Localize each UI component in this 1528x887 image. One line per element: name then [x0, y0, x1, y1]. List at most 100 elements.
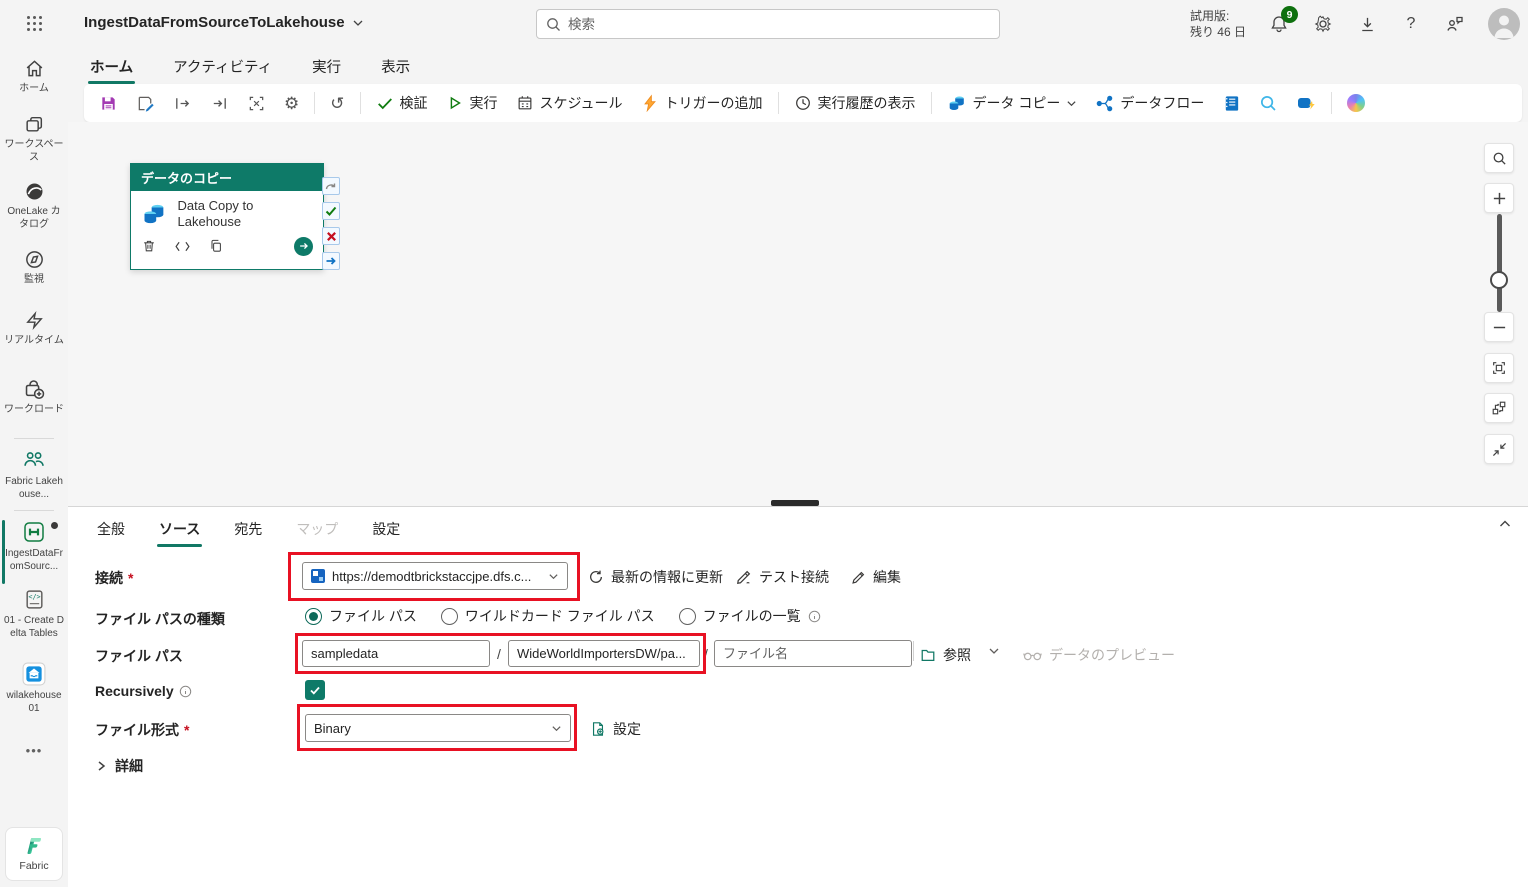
- collapse-canvas-button[interactable]: [1484, 434, 1514, 464]
- view-code-icon[interactable]: [174, 239, 191, 254]
- recursively-checkbox[interactable]: [305, 680, 325, 700]
- tab-activities[interactable]: アクティビティ: [171, 52, 274, 81]
- settings-button[interactable]: [1312, 13, 1334, 35]
- invoke-pipeline-button[interactable]: [1289, 88, 1323, 118]
- refresh-connection-button[interactable]: 最新の情報に更新: [588, 567, 723, 587]
- check-icon: [325, 206, 337, 216]
- pipeline-icon: [24, 522, 44, 542]
- auto-layout-button[interactable]: [1484, 393, 1514, 423]
- collapse-panel-button[interactable]: [1498, 517, 1512, 531]
- undo-button[interactable]: ↺: [323, 88, 351, 118]
- clone-activity-icon[interactable]: [208, 238, 224, 254]
- pipeline-canvas[interactable]: データのコピー Data Copy to Lakehouse: [68, 122, 1528, 506]
- account-avatar[interactable]: [1488, 8, 1520, 40]
- notifications-button[interactable]: 9: [1268, 6, 1298, 35]
- advanced-expander[interactable]: 詳細: [95, 756, 143, 776]
- properties-panel: 全般 ソース 宛先 マップ 設定 接続 * https://demodtbrick…: [68, 506, 1528, 887]
- copy-data-button[interactable]: データ コピー: [940, 88, 1085, 118]
- browse-options-chevron[interactable]: [988, 645, 1000, 657]
- home-icon: [26, 60, 42, 77]
- run-button[interactable]: 実行: [439, 88, 505, 118]
- tab-general[interactable]: 全般: [95, 513, 127, 545]
- radio-icon: [440, 607, 458, 625]
- filename-input[interactable]: [714, 640, 912, 667]
- sidebar-item-label: ワークスペース: [4, 139, 64, 163]
- add-trigger-button[interactable]: トリガーの追加: [634, 88, 770, 118]
- sidebar-item-home[interactable]: ホーム: [0, 58, 68, 96]
- radio-file-path[interactable]: ファイル パス: [305, 606, 417, 626]
- zoom-in-button[interactable]: [1484, 183, 1514, 213]
- canvas-search-button[interactable]: [1484, 143, 1514, 173]
- tab-source[interactable]: ソース: [157, 513, 203, 547]
- copilot-icon: [1347, 94, 1366, 112]
- zoom-to-fit-button[interactable]: [1484, 353, 1514, 383]
- radio-file-list[interactable]: ファイルの一覧: [678, 606, 821, 626]
- browse-search-button[interactable]: [1252, 88, 1285, 118]
- tab-view[interactable]: 表示: [379, 52, 412, 81]
- help-button[interactable]: ?: [1400, 13, 1422, 35]
- plus-icon: [1493, 192, 1505, 204]
- search-input[interactable]: [568, 16, 990, 32]
- refresh-icon: [590, 570, 602, 583]
- tab-settings[interactable]: 設定: [370, 513, 402, 545]
- tab-destination[interactable]: 宛先: [232, 513, 264, 545]
- sidebar-item-onelake-catalog[interactable]: OneLake カタログ: [0, 181, 68, 231]
- sidebar-item-notebook[interactable]: </> 01 - Create Delta Tables: [0, 588, 68, 640]
- pipeline-title[interactable]: IngestDataFromSourceToLakehouse: [84, 14, 364, 31]
- port-skipped[interactable]: [322, 177, 340, 195]
- sidebar-item-workspace-fabric-lakehouse[interactable]: Fabric Lakehouse...: [0, 448, 68, 501]
- notification-badge: 9: [1281, 6, 1298, 23]
- output-port-button[interactable]: [203, 88, 236, 118]
- directory-input[interactable]: [508, 640, 700, 667]
- activity-go-button[interactable]: [294, 236, 313, 256]
- selected-indicator: [2, 520, 5, 584]
- global-search[interactable]: [536, 9, 1000, 39]
- delete-activity-icon[interactable]: [141, 238, 157, 254]
- schedule-button[interactable]: スケジュール: [509, 88, 630, 118]
- edit-connection-button[interactable]: 編集: [851, 567, 901, 587]
- download-button[interactable]: [1356, 13, 1378, 35]
- toolbar-divider: [359, 92, 361, 114]
- tab-run[interactable]: 実行: [310, 52, 343, 81]
- save-button[interactable]: [92, 88, 125, 118]
- onelake-icon: [26, 183, 42, 200]
- sidebar-item-workloads[interactable]: ワークロード: [0, 378, 68, 417]
- zoom-slider-track[interactable]: [1497, 214, 1502, 312]
- dataflow-button[interactable]: データフロー: [1088, 88, 1211, 118]
- copilot-button[interactable]: [1340, 88, 1372, 118]
- format-settings-button[interactable]: 設定: [590, 719, 641, 739]
- notebook-button[interactable]: [1215, 88, 1248, 118]
- feedback-button[interactable]: [1444, 13, 1466, 35]
- file-format-dropdown[interactable]: Binary: [305, 714, 571, 742]
- port-fail[interactable]: [322, 227, 340, 245]
- sidebar-item-realtime[interactable]: リアルタイム: [0, 310, 68, 348]
- zoom-slider-handle[interactable]: [1490, 271, 1508, 289]
- file-path-type-options: ファイル パス ワイルドカード ファイル パス ファイルの一覧: [305, 606, 821, 626]
- workspace-people-icon: [24, 452, 44, 466]
- info-icon: [808, 610, 820, 622]
- port-completion[interactable]: [322, 252, 340, 270]
- app-launcher-icon[interactable]: [26, 15, 43, 32]
- browse-button[interactable]: 参照: [920, 645, 971, 665]
- select-region-button[interactable]: [240, 88, 273, 118]
- pipeline-settings-button[interactable]: ⚙: [277, 88, 306, 118]
- collapse-arrows-icon: [1492, 442, 1506, 456]
- tab-home[interactable]: ホーム: [88, 52, 136, 84]
- sidebar-item-workspaces[interactable]: ワークスペース: [0, 114, 68, 164]
- sidebar-item-monitor[interactable]: 監視: [0, 249, 68, 287]
- validate-button[interactable]: 検証: [369, 88, 435, 118]
- sidebar-more-button[interactable]: •••: [0, 743, 68, 758]
- copy-activity-card[interactable]: データのコピー Data Copy to Lakehouse: [130, 163, 324, 270]
- test-connection-button[interactable]: テスト接続: [736, 567, 829, 587]
- run-history-button[interactable]: 実行履歴の表示: [787, 88, 923, 118]
- save-as-button[interactable]: [129, 88, 162, 118]
- connection-dropdown[interactable]: https://demodtbrickstaccjpe.dfs.c...: [302, 562, 568, 590]
- port-success[interactable]: [322, 202, 340, 220]
- sidebar-item-lakehouse[interactable]: wilakehouse 01: [0, 662, 68, 715]
- zoom-out-button[interactable]: [1484, 312, 1514, 342]
- sidebar-item-pipeline-selected[interactable]: IngestDataFromSourc...: [0, 520, 68, 584]
- container-input[interactable]: [302, 640, 490, 667]
- fabric-home-button[interactable]: Fabric: [5, 827, 63, 881]
- input-port-button[interactable]: [166, 88, 199, 118]
- radio-wildcard-path[interactable]: ワイルドカード ファイル パス: [440, 606, 655, 626]
